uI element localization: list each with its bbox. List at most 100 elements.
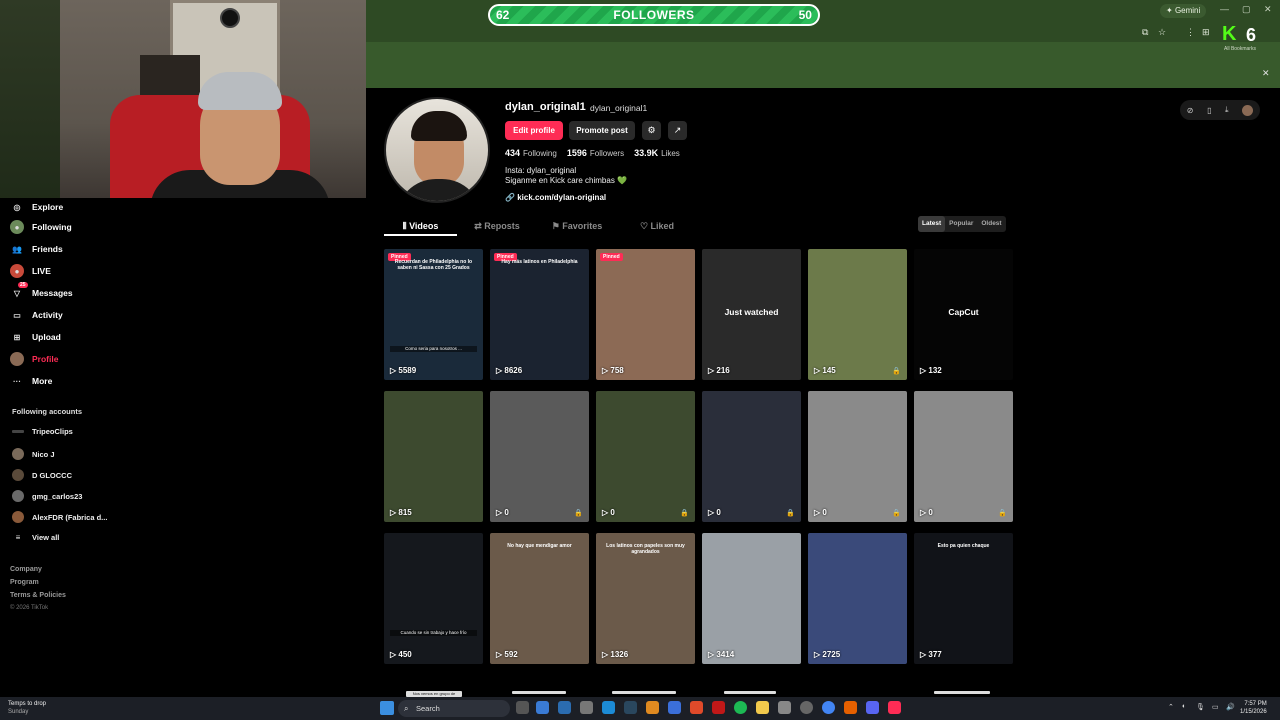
following-account[interactable]: TripeoClips: [12, 427, 73, 436]
tab-favorites[interactable]: ⚑ Favorites: [537, 216, 617, 236]
tab-liked[interactable]: ♡ Liked: [617, 216, 697, 236]
sidebar-item-activity[interactable]: ▭ Activity: [10, 308, 63, 322]
profile-link-text: kick.com/dylan-original: [517, 193, 607, 202]
following-stat[interactable]: 434 Following: [505, 148, 557, 158]
app-icon[interactable]: [646, 701, 659, 714]
video-thumbnail[interactable]: No hay que mendigar amor ▷ 592: [490, 533, 589, 664]
tiktok-icon[interactable]: [888, 701, 901, 714]
weather-widget[interactable]: Temps to drop Sunday: [8, 700, 46, 716]
cast-icon[interactable]: ⧉: [1142, 27, 1148, 38]
video-thumbnail[interactable]: ▷ 0 🔒: [596, 391, 695, 522]
obs-icon[interactable]: [800, 701, 813, 714]
sidebar-item-following[interactable]: ● Following: [10, 220, 72, 234]
video-thumbnail[interactable]: Cuando se sin trabajo y hace frío ▷ 450: [384, 533, 483, 664]
taskbar-clock[interactable]: 7:57 PM 1/15/2026: [1240, 700, 1267, 716]
profile-username: dylan_original1: [505, 101, 586, 113]
footer-terms[interactable]: Terms & Policies: [10, 592, 66, 599]
puzzle-icon[interactable]: ⊞: [1202, 27, 1210, 38]
view-count: ▷ 216: [708, 366, 730, 375]
settings-gear-icon[interactable]: ⚙: [642, 121, 661, 140]
avatar[interactable]: [1242, 104, 1254, 116]
video-thumbnail[interactable]: ▷ 0 🔒: [808, 391, 907, 522]
download-icon[interactable]: ⤓: [1225, 105, 1229, 115]
video-thumbnail[interactable]: Pinned ▷ 758: [596, 249, 695, 380]
edge-icon[interactable]: [602, 701, 615, 714]
phone-icon[interactable]: ▯: [1207, 106, 1211, 115]
close-banner-icon[interactable]: ✕: [1262, 68, 1270, 79]
sidebar-item-explore[interactable]: ◎ Explore: [10, 200, 64, 214]
app-icon[interactable]: [580, 701, 593, 714]
tab-reposts[interactable]: ⇄ Reposts: [457, 216, 537, 236]
video-thumbnail[interactable]: Just watched ▷ 216: [702, 249, 801, 380]
extension-icon[interactable]: ⋮: [1186, 27, 1195, 38]
following-account[interactable]: gmg_carlos23: [12, 490, 82, 502]
video-thumbnail[interactable]: ▷ 0 🔒: [914, 391, 1013, 522]
star-icon[interactable]: ☆: [1158, 27, 1166, 38]
steam-icon[interactable]: [624, 701, 637, 714]
video-subtitle: Como seria para nosotros ...: [390, 346, 477, 352]
video-thumbnail[interactable]: Los latinos con papeles son muy agrandad…: [596, 533, 695, 664]
sidebar-item-profile[interactable]: Profile: [10, 352, 58, 366]
video-thumbnail[interactable]: ▷ 0 🔒: [702, 391, 801, 522]
task-view-icon[interactable]: [516, 701, 529, 714]
microphone-icon[interactable]: 🎙: [1196, 703, 1205, 711]
discord-icon[interactable]: [866, 701, 879, 714]
app-icon[interactable]: [558, 701, 571, 714]
tray-chevron-icon[interactable]: ⌃: [1168, 703, 1174, 711]
copilot-icon[interactable]: [536, 701, 549, 714]
gemini-button[interactable]: ✦ Gemini: [1160, 4, 1207, 18]
sort-latest[interactable]: Latest: [918, 216, 946, 232]
all-bookmarks[interactable]: All Bookmarks: [1224, 46, 1256, 52]
sidebar-item-live[interactable]: ● LIVE: [10, 264, 51, 278]
sort-popular[interactable]: Popular: [945, 216, 977, 232]
video-thumbnail[interactable]: ▷ 0 🔒: [490, 391, 589, 522]
video-thumbnail[interactable]: Esto pa quien chaque ▷ 377: [914, 533, 1013, 664]
sidebar-item-friends[interactable]: 👥 Friends: [10, 242, 63, 256]
avatar: [12, 469, 24, 481]
brave-icon[interactable]: [690, 701, 703, 714]
app-icon[interactable]: [778, 701, 791, 714]
video-thumbnail[interactable]: CapCut ▷ 132: [914, 249, 1013, 380]
video-overlay-text: CapCut: [948, 307, 979, 317]
folder-icon[interactable]: [756, 701, 769, 714]
video-thumbnail[interactable]: ▷ 2725: [808, 533, 907, 664]
followers-stat[interactable]: 1596 Followers: [567, 148, 624, 158]
network-icon[interactable]: ▭: [1212, 703, 1219, 711]
close-window-icon[interactable]: ✕: [1264, 4, 1272, 15]
messages-icon: ▽ 25: [13, 282, 28, 298]
tab-videos[interactable]: ⦀ Videos: [384, 216, 457, 236]
video-thumbnail[interactable]: ▷ 145 🔒: [808, 249, 907, 380]
view-all-link[interactable]: ≡ View all: [12, 533, 60, 542]
profile-avatar[interactable]: [384, 97, 490, 203]
taskbar-search[interactable]: ⌕ Search: [398, 700, 510, 717]
sidebar-item-more[interactable]: ··· More: [10, 374, 52, 388]
video-thumbnail[interactable]: Pinned Hay más latinos en Philadelphia ▷ 8…: [490, 249, 589, 380]
volume-icon[interactable]: 🔊: [1226, 703, 1235, 711]
edit-profile-button[interactable]: Edit profile: [505, 121, 563, 140]
app-icon[interactable]: [668, 701, 681, 714]
minimize-icon[interactable]: —: [1220, 4, 1229, 14]
following-account[interactable]: AlexFDR (Fabrica d...: [12, 511, 107, 523]
chrome-icon[interactable]: [822, 701, 835, 714]
compass-icon[interactable]: ⊘: [1187, 106, 1194, 115]
video-thumbnail[interactable]: Pinned Recuerdan de Philadelphia no lo sa…: [384, 249, 483, 380]
promote-post-button[interactable]: Promote post: [569, 121, 635, 140]
tray-app-icon[interactable]: ◐: [1182, 703, 1186, 710]
following-account[interactable]: Nico J: [12, 448, 55, 460]
sidebar-item-messages[interactable]: ▽ 25 Messages: [10, 282, 73, 300]
maximize-icon[interactable]: ▢: [1242, 4, 1251, 15]
share-icon[interactable]: ↗: [668, 121, 687, 140]
footer-program[interactable]: Program: [10, 579, 39, 586]
video-thumbnail[interactable]: ▷ 815: [384, 391, 483, 522]
sort-oldest[interactable]: Oldest: [977, 216, 1005, 232]
app-icon[interactable]: [844, 701, 857, 714]
messages-badge: 25: [18, 282, 28, 288]
app-icon[interactable]: [712, 701, 725, 714]
sidebar-item-upload[interactable]: ⊞ Upload: [10, 330, 61, 344]
windows-start-icon[interactable]: [380, 701, 394, 715]
spotify-icon[interactable]: [734, 701, 747, 714]
video-thumbnail[interactable]: ▷ 3414: [702, 533, 801, 664]
footer-company[interactable]: Company: [10, 566, 42, 573]
profile-link[interactable]: 🔗 kick.com/dylan-original: [505, 193, 606, 202]
following-account[interactable]: D GLOCCC: [12, 469, 72, 481]
